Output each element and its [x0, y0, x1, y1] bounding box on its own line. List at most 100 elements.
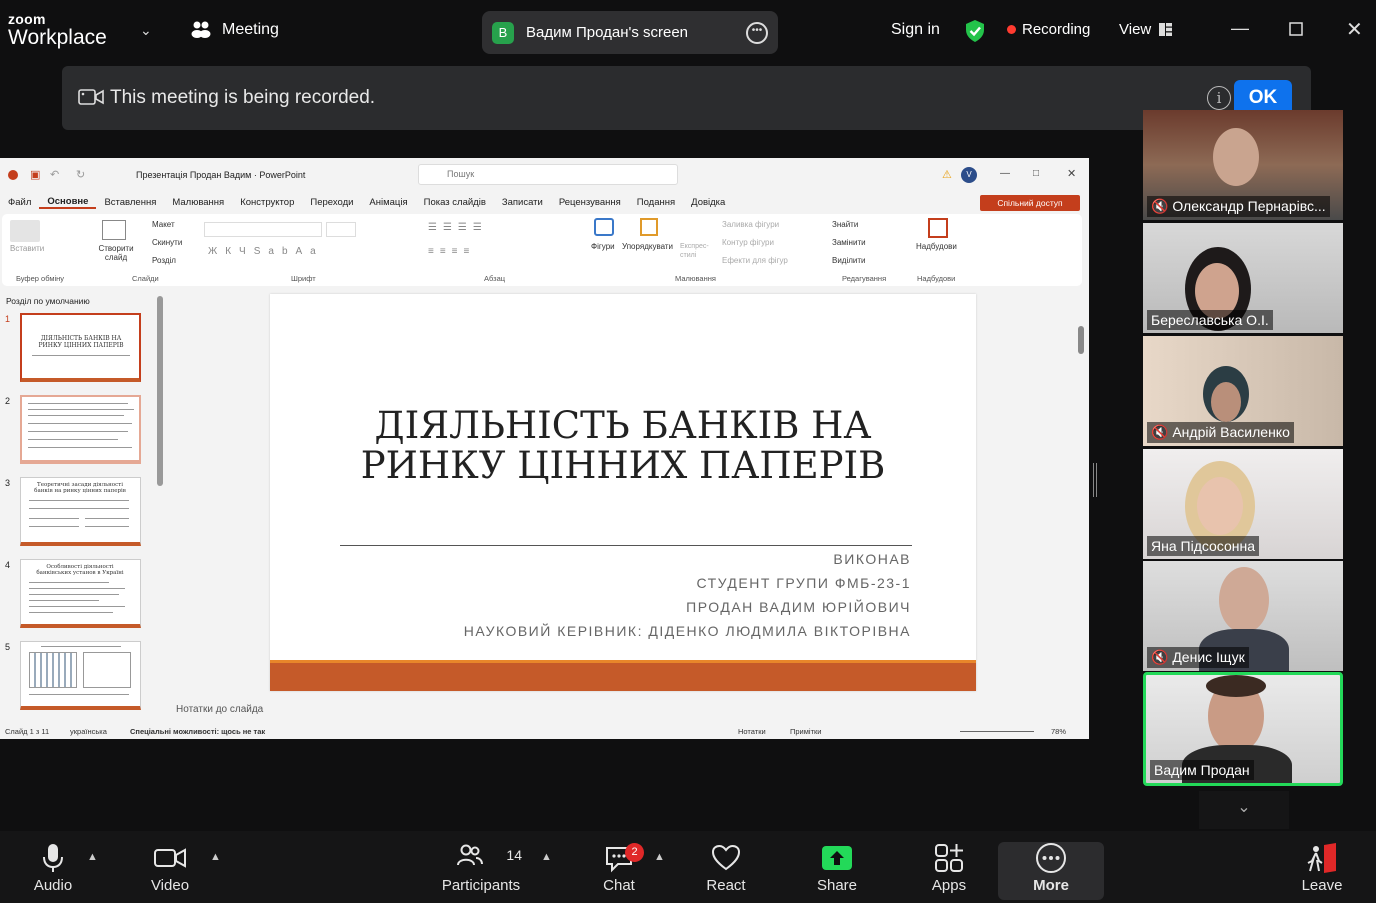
ppt-tab: Файл — [8, 196, 32, 208]
font-name-box — [204, 222, 322, 237]
sharer-avatar: В — [492, 21, 514, 44]
video-button[interactable]: Video — [146, 843, 194, 894]
panel-resize-handle[interactable] — [1093, 463, 1097, 497]
ppt-search-input: Пошук — [418, 164, 678, 185]
meeting-toolbar — [0, 831, 1376, 903]
share-screen-icon — [822, 846, 852, 870]
status-comments: Примітки — [790, 727, 822, 736]
participant-name: Береславська О.І. — [1147, 310, 1273, 330]
participant-tile-active-speaker[interactable]: Вадим Продан — [1143, 672, 1343, 786]
participant-tile[interactable]: 🔇 Андрій Василенко — [1143, 336, 1343, 446]
brand-bottom: Workplace — [8, 26, 107, 49]
recording-indicator[interactable]: Recording — [1007, 21, 1090, 38]
meeting-menu[interactable]: Meeting — [190, 20, 279, 40]
recording-dot-icon — [1007, 25, 1016, 34]
share-screen-button[interactable]: Share — [810, 843, 864, 894]
video-options-caret-icon[interactable]: ▲ — [210, 851, 221, 863]
apps-label: Apps — [931, 877, 967, 894]
heart-icon — [711, 844, 741, 871]
slide-thumbnail: ДІЯЛЬНІСТЬ БАНКІВ НА РИНКУ ЦІННИХ ПАПЕРІ… — [20, 313, 141, 382]
audio-options-caret-icon[interactable]: ▲ — [87, 851, 98, 863]
status-slide-count: Слайд 1 з 11 — [5, 727, 50, 736]
quick-styles-label: Експрес-стилі — [680, 243, 709, 259]
paste-icon — [10, 220, 40, 242]
participant-tile[interactable]: 🔇 Денис Іщук — [1143, 561, 1343, 671]
chevron-down-icon[interactable]: ⌄ — [140, 22, 152, 39]
sign-in-link[interactable]: Sign in — [891, 21, 940, 39]
participant-tile[interactable]: Яна Підсосонна — [1143, 449, 1343, 559]
audio-button[interactable]: Audio — [30, 843, 76, 894]
zoom-slider — [960, 731, 1034, 732]
paste-label: Вставити — [10, 244, 45, 253]
maximize-icon[interactable] — [1289, 20, 1303, 41]
arrange-label: Упорядкувати — [622, 242, 674, 251]
zoom-logo: zoom Workplace — [8, 12, 107, 48]
chat-options-caret-icon[interactable]: ▲ — [654, 851, 665, 863]
banner-message: This meeting is being recorded. — [110, 87, 376, 108]
participant-name: Денис Іщук — [1172, 649, 1245, 665]
addins-label: Надбудови — [916, 242, 957, 251]
ppt-tab: Показ слайдів — [423, 196, 486, 208]
camera-icon — [78, 89, 104, 105]
audio-label: Audio — [33, 877, 73, 894]
leave-button[interactable]: Leave — [1300, 843, 1344, 894]
ppt-tab: Рецензування — [558, 196, 621, 208]
ppt-tab: Основне — [39, 196, 97, 209]
more-label: More — [1033, 877, 1069, 894]
brand-top: zoom — [8, 11, 46, 27]
thumb-title: ДІЯЛЬНІСТЬ БАНКІВ НА РИНКУ ЦІННИХ ПАПЕРІ… — [38, 335, 124, 349]
arrange-icon — [640, 218, 658, 236]
participant-name-row: 🔇 Денис Іщук — [1147, 647, 1249, 668]
group-font: Шрифт — [291, 274, 316, 283]
screen-share-indicator[interactable]: В Вадим Продан's screen ••• — [482, 11, 778, 54]
group-slides: Слайди — [132, 274, 159, 283]
more-options-icon[interactable]: ••• — [746, 21, 768, 44]
scroll-down-chevron-icon[interactable]: ⌄ — [1199, 791, 1289, 829]
slide-thumbnail — [20, 395, 141, 464]
participants-button[interactable]: 14 Participants — [440, 843, 522, 894]
status-accessibility: Спеціальні можливості: щось не так — [130, 727, 266, 736]
share-label: Share — [816, 877, 858, 894]
thumb-number: 3 — [5, 478, 11, 488]
thumb-number: 1 — [5, 314, 11, 324]
participant-tile[interactable]: Береславська О.І. — [1143, 223, 1343, 333]
warning-icon: ⚠ — [942, 169, 952, 181]
react-button[interactable]: React — [700, 843, 752, 894]
participant-tile[interactable]: 🔇 Олександр Пернарівс... — [1143, 110, 1343, 220]
info-icon[interactable]: i — [1207, 86, 1231, 110]
thumb-title: Особливості діяльності банківських устан… — [36, 564, 124, 576]
leave-label: Leave — [1301, 877, 1343, 894]
undo-icon: ↶ — [50, 169, 60, 181]
redo-icon: ↻ — [76, 169, 86, 181]
ppt-restore-icon: □ — [1033, 168, 1040, 179]
status-notes: Нотатки — [738, 727, 766, 736]
thumb-number: 4 — [5, 560, 11, 570]
ppt-minimize-icon: — — [1000, 168, 1010, 179]
ppt-doc-title: Презентація Продан Вадим · PowerPoint — [136, 170, 306, 180]
find-label: Знайти — [832, 220, 859, 229]
close-icon[interactable]: ✕ — [1346, 17, 1363, 42]
more-icon — [1036, 843, 1066, 873]
layout-label: Макет — [152, 220, 175, 229]
view-grid-icon — [1159, 23, 1173, 36]
select-label: Виділити — [832, 256, 866, 265]
more-button[interactable]: More — [1022, 843, 1080, 894]
slide-subtitle-4: НАУКОВИЙ КЕРІВНИК: ДІДЕНКО ЛЮДМИЛА ВІКТО… — [463, 623, 911, 639]
participants-icon — [457, 844, 484, 866]
people-icon — [191, 21, 211, 38]
slide-subtitle-2: СТУДЕНТ ГРУПИ ФМБ-23-1 — [696, 575, 911, 591]
slide-divider — [340, 545, 912, 546]
minimize-icon[interactable]: — — [1231, 18, 1249, 39]
ppt-user-avatar: V — [961, 167, 977, 183]
slide-scrollbar — [1078, 326, 1084, 354]
title-bar: zoom Workplace ⌄ Meeting В Вадим Продан'… — [0, 0, 1376, 60]
apps-button[interactable]: Apps — [926, 843, 972, 894]
group-editing: Редагування — [842, 274, 887, 283]
ppt-tab: Переходи — [310, 196, 354, 208]
shield-icon[interactable] — [964, 19, 986, 43]
section-label-default: Розділ по умолчанию — [6, 296, 90, 306]
participants-options-caret-icon[interactable]: ▲ — [541, 851, 552, 863]
view-menu[interactable]: View — [1119, 21, 1173, 38]
shape-outline-label: Контур фігури — [722, 238, 774, 247]
chat-unread-badge: 2 — [625, 843, 644, 862]
